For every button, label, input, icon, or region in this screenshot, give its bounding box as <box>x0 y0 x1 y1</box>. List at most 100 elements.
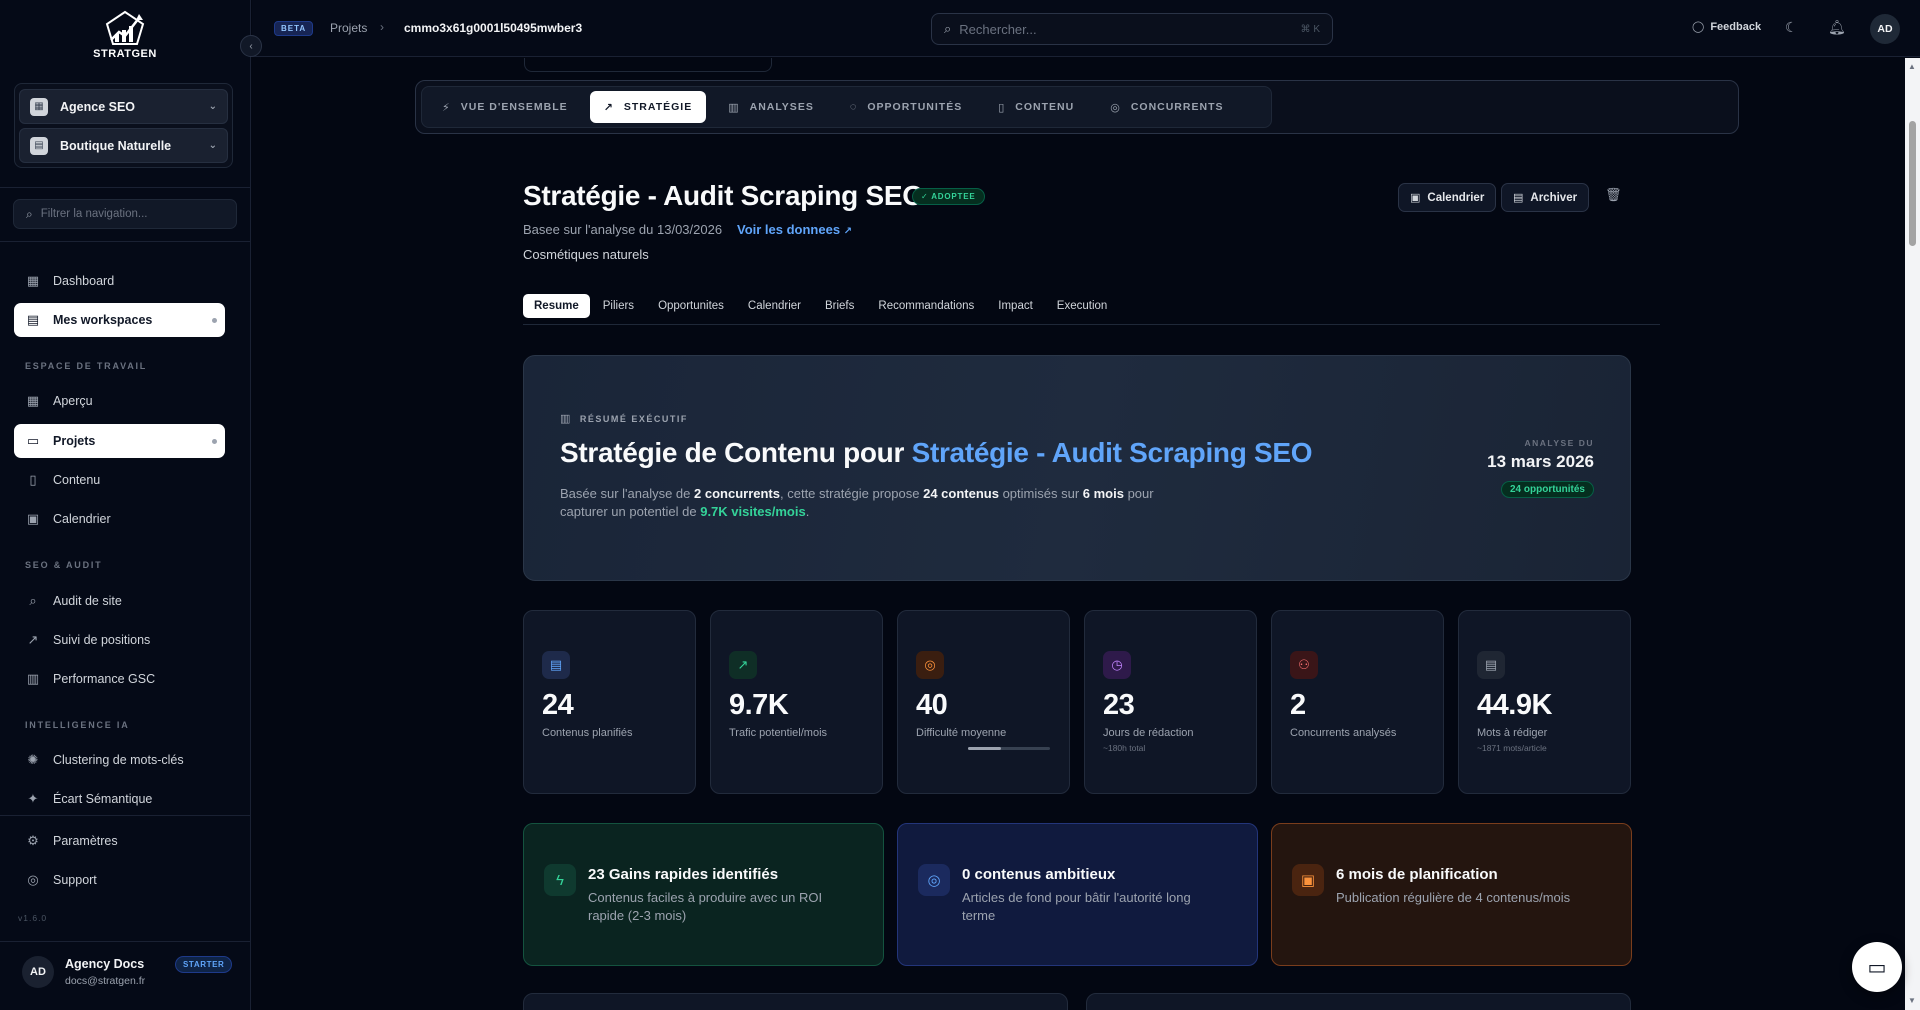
divider <box>0 815 251 816</box>
trash-icon[interactable]: 🗑︎ <box>1605 187 1622 203</box>
calendar-button[interactable]: ▣ Calendrier <box>1398 183 1497 212</box>
difficulty-bar-fill <box>968 747 1001 750</box>
section-label: ESPACE DE TRAVAIL <box>25 361 148 371</box>
sidebar-item-apercu[interactable]: ▦ Aperçu <box>14 384 225 418</box>
subtab-briefs[interactable]: Briefs <box>814 294 865 318</box>
sidebar-item-workspaces[interactable]: ▤ Mes workspaces <box>14 303 225 337</box>
sidebar-item-calendrier[interactable]: ▣ Calendrier <box>14 502 225 536</box>
sidebar-item-parametres[interactable]: ⚙ Paramètres <box>14 824 225 858</box>
tab-bar: ⚡︎ VUE D'ENSEMBLE ↗ STRATÉGIE ▥ ANALYSES ◌ O… <box>415 80 1739 134</box>
bell-icon[interactable]: 🔔︎ <box>1828 19 1846 36</box>
desc-text: optimisés sur <box>998 486 1083 501</box>
kpi-subtext: ~1871 mots/article <box>1477 743 1547 753</box>
active-dot <box>212 317 217 323</box>
bolt-icon: ϟ <box>544 864 576 896</box>
scrollbar[interactable]: ▲ ▼ <box>1905 58 1920 1010</box>
kpi-value: 2 <box>1290 689 1306 721</box>
tab-analyses[interactable]: ▥ ANALYSES <box>714 91 828 123</box>
analysis-date: 13 mars 2026 <box>1487 452 1594 471</box>
chat-icon: ▭ <box>1867 956 1887 979</box>
kpi-card: ▤ 44.9K Mots à rédiger ~1871 mots/article <box>1458 610 1631 794</box>
subtab-impact[interactable]: Impact <box>987 294 1044 318</box>
feedback-label: Feedback <box>1710 20 1762 33</box>
sub-tabs: Resume Piliers Opportunites Calendrier B… <box>523 294 1660 325</box>
bar-chart-icon: ▥ <box>728 101 740 114</box>
lifebuoy-icon: ◎ <box>27 872 39 887</box>
sidebar-item-dashboard[interactable]: ▦ Dashboard <box>14 264 225 298</box>
chevron-left-icon: ‹ <box>249 40 253 52</box>
bottom-panel <box>1086 993 1631 1010</box>
sidebar-item-label: Calendrier <box>53 512 111 526</box>
tab-opportunities[interactable]: ◌ OPPORTUNITÉS <box>836 91 976 123</box>
kpi-label: Jours de rédaction <box>1103 727 1194 739</box>
subtab-opportunites[interactable]: Opportunites <box>647 294 735 318</box>
workspace-switcher: ▦ Agence SEO ⌄ ▤ Boutique Naturelle ⌄ <box>14 83 233 168</box>
clock-icon: ◷ <box>1103 651 1131 679</box>
subtab-recommandations[interactable]: Recommandations <box>867 294 985 318</box>
version: v1.6.0 <box>18 913 48 923</box>
desc-text: Basée sur l'analyse de <box>560 486 695 501</box>
kpi-value: 24 <box>542 689 574 721</box>
sidebar-item-positions[interactable]: ↗ Suivi de positions <box>14 623 225 657</box>
kpi-value: 44.9K <box>1477 689 1552 721</box>
tab-overview[interactable]: ⚡︎ VUE D'ENSEMBLE <box>428 91 582 123</box>
bottom-panel <box>523 993 1068 1010</box>
nav-filter-input[interactable]: ⌕ Filtrer la navigation... <box>13 199 237 229</box>
sidebar-item-clustering[interactable]: ✺ Clustering de mots-clés <box>14 743 225 777</box>
moon-icon[interactable]: ☾ <box>1785 19 1798 36</box>
sidebar-item-support[interactable]: ◎ Support <box>14 863 225 897</box>
tab-strategy[interactable]: ↗ STRATÉGIE <box>589 91 707 123</box>
logo[interactable]: STRATGEN <box>90 10 160 60</box>
sidebar-item-audit[interactable]: ⌕ Audit de site <box>14 584 225 618</box>
chevron-right-icon: › <box>380 20 384 34</box>
chat-button[interactable]: ▭ <box>1852 942 1902 992</box>
status-badge: ✓ ADOPTEE <box>912 188 985 205</box>
trend-icon: ↗ <box>27 632 39 647</box>
desc-text: . <box>805 504 810 519</box>
summary-title-prefix: Stratégie de Contenu pour <box>560 437 912 468</box>
scroll-thumb[interactable] <box>1909 121 1916 246</box>
tab-label: STRATÉGIE <box>623 101 693 113</box>
sidebar-item-label: Aperçu <box>53 394 93 408</box>
file-icon: ▯ <box>998 101 1006 114</box>
bar-chart-icon: ▥ <box>560 413 572 425</box>
card-description: Contenus faciles à produire avec un ROI … <box>588 890 823 923</box>
card-title: 0 contenus ambitieux <box>962 866 1116 883</box>
subtab-calendrier[interactable]: Calendrier <box>737 294 812 318</box>
view-data-link[interactable]: Voir les donnees ↗ <box>737 222 852 237</box>
sidebar-item-label: Contenu <box>53 473 101 487</box>
highlight-card: ◎ 0 contenus ambitieux Articles de fond po… <box>897 823 1258 966</box>
tab-competitors[interactable]: ◎ CONCURRENTS <box>1096 91 1237 123</box>
subtab-resume[interactable]: Resume <box>523 294 590 318</box>
feedback-button[interactable]: ◯ Feedback <box>1692 20 1762 34</box>
tab-label: CONCURRENTS <box>1130 101 1224 113</box>
subtab-piliers[interactable]: Piliers <box>592 294 645 318</box>
scroll-up-icon[interactable]: ▲ <box>1908 62 1916 71</box>
search-icon: ⌕ <box>944 21 952 36</box>
sidebar-item-gsc[interactable]: ▥ Performance GSC <box>14 662 225 696</box>
sidebar-item-projets[interactable]: ▭ Projets <box>14 424 225 458</box>
search-shortcut: ⌘ K <box>1300 23 1320 35</box>
sidebar-item-contenu[interactable]: ▯ Contenu <box>14 463 225 497</box>
search-placeholder: Rechercher... <box>959 21 1037 37</box>
view-data-label: Voir les donnees <box>737 222 841 237</box>
scroll-down-icon[interactable]: ▼ <box>1908 996 1916 1005</box>
sidebar: STRATGEN ▦ Agence SEO ⌄ ▤ Boutique Natur… <box>0 0 251 1010</box>
active-dot <box>212 438 217 444</box>
subtab-execution[interactable]: Execution <box>1046 294 1119 318</box>
tab-content[interactable]: ▯ CONTENU <box>984 91 1088 123</box>
search-input[interactable]: ⌕ Rechercher... ⌘ K <box>931 13 1333 45</box>
section-label: SEO & AUDIT <box>25 560 103 570</box>
collapse-sidebar-button[interactable]: ‹ <box>240 35 262 57</box>
user-profile[interactable]: AD Agency Docs docs@stratgen.fr STARTER <box>0 941 251 1010</box>
kpi-label: Contenus planifiés <box>542 727 633 739</box>
agency-select[interactable]: ▦ Agence SEO ⌄ <box>19 89 228 124</box>
breadcrumb-projets[interactable]: Projets <box>330 21 367 35</box>
avatar[interactable]: AD <box>1870 14 1900 44</box>
page-subtitle: Cosmétiques naturels <box>523 247 649 262</box>
opportunities-badge: 24 opportunités <box>1500 481 1594 498</box>
workspace-select[interactable]: ▤ Boutique Naturelle ⌄ <box>19 128 228 163</box>
gear-icon: ⚙ <box>27 833 39 848</box>
sidebar-item-ecart[interactable]: ✦ Écart Sémantique <box>14 782 225 816</box>
archive-button[interactable]: ▤ Archiver <box>1501 183 1590 212</box>
